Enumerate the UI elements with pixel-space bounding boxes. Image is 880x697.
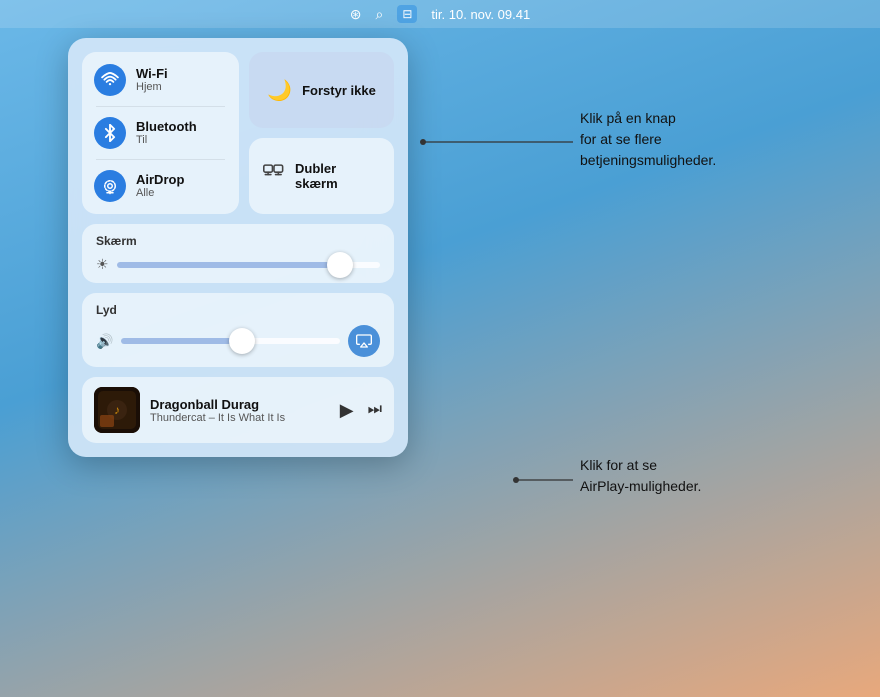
do-not-disturb-tile[interactable]: 🌙 Forstyr ikke bbox=[249, 52, 394, 128]
now-playing-subtitle: Thundercat – It Is What It Is bbox=[150, 412, 330, 424]
annotation-bottom-text: Klik for at se AirPlay-muligheder. bbox=[580, 457, 701, 494]
wifi-tile[interactable]: Wi-Fi Hjem bbox=[94, 62, 227, 98]
display-section: Skærm ☀ bbox=[82, 224, 394, 283]
annotation-bottom: Klik for at se AirPlay-muligheder. bbox=[580, 455, 701, 497]
control-center-menubar-icon[interactable]: ⊟ bbox=[397, 5, 417, 23]
play-button[interactable]: ▶ bbox=[340, 400, 354, 421]
sound-row: 🔊 bbox=[96, 325, 380, 357]
menubar-clock: tir. 10. nov. 09.41 bbox=[431, 7, 530, 22]
display-slider-row: ☀ bbox=[96, 256, 380, 273]
wifi-menubar-icon: ⊛ bbox=[350, 6, 362, 23]
airdrop-title: AirDrop bbox=[136, 172, 184, 188]
annotation-top: Klik på en knap for at se flere betjenin… bbox=[580, 108, 716, 171]
wifi-text: Wi-Fi Hjem bbox=[136, 66, 168, 95]
volume-track[interactable] bbox=[121, 338, 340, 344]
wifi-icon bbox=[94, 64, 126, 96]
airdrop-text: AirDrop Alle bbox=[136, 172, 184, 201]
now-playing-title: Dragonball Durag bbox=[150, 397, 330, 412]
wifi-subtitle: Hjem bbox=[136, 81, 168, 94]
divider-1 bbox=[96, 106, 225, 107]
annotation-top-text: Klik på en knap for at se flere betjenin… bbox=[580, 110, 716, 168]
playback-controls: ▶ ⏭ bbox=[340, 400, 382, 421]
do-not-disturb-icon: 🌙 bbox=[267, 78, 292, 103]
next-button[interactable]: ⏭ bbox=[368, 401, 382, 419]
airdrop-subtitle: Alle bbox=[136, 187, 184, 200]
divider-2 bbox=[96, 159, 225, 160]
control-center-panel: Wi-Fi Hjem Bluetooth Til bbox=[68, 38, 408, 457]
brightness-icon: ☀ bbox=[96, 256, 109, 273]
bluetooth-tile[interactable]: Bluetooth Til bbox=[94, 115, 227, 151]
volume-icon: 🔊 bbox=[96, 333, 113, 350]
airdrop-tile[interactable]: AirDrop Alle bbox=[94, 168, 227, 204]
now-playing-section: ♪ Dragonball Durag Thundercat – It Is Wh… bbox=[82, 377, 394, 443]
left-tiles: Wi-Fi Hjem Bluetooth Til bbox=[82, 52, 239, 214]
now-playing-info: Dragonball Durag Thundercat – It Is What… bbox=[150, 397, 330, 424]
svg-text:♪: ♪ bbox=[114, 403, 120, 417]
search-menubar-icon: ⌕ bbox=[376, 6, 384, 23]
right-tiles: 🌙 Forstyr ikke Dubler skærm bbox=[249, 52, 394, 214]
do-not-disturb-label: Forstyr ikke bbox=[302, 83, 376, 98]
menubar: ⊛ ⌕ ⊟ tir. 10. nov. 09.41 bbox=[0, 0, 880, 28]
bluetooth-subtitle: Til bbox=[136, 134, 197, 147]
wifi-title: Wi-Fi bbox=[136, 66, 168, 82]
bluetooth-icon bbox=[94, 117, 126, 149]
bluetooth-text: Bluetooth Til bbox=[136, 119, 197, 148]
airplay-button[interactable] bbox=[348, 325, 380, 357]
mirror-icon bbox=[263, 164, 285, 188]
sound-section: Lyd 🔊 bbox=[82, 293, 394, 367]
airdrop-icon bbox=[94, 170, 126, 202]
top-section: Wi-Fi Hjem Bluetooth Til bbox=[82, 52, 394, 214]
mirror-display-label: Dubler skærm bbox=[295, 161, 380, 191]
sound-track-wrap: 🔊 bbox=[96, 333, 340, 350]
mirror-display-tile[interactable]: Dubler skærm bbox=[249, 138, 394, 214]
album-art: ♪ bbox=[94, 387, 140, 433]
bluetooth-title: Bluetooth bbox=[136, 119, 197, 135]
brightness-track[interactable] bbox=[117, 262, 380, 268]
display-label: Skærm bbox=[96, 234, 380, 248]
menubar-center: ⊛ ⌕ ⊟ tir. 10. nov. 09.41 bbox=[350, 5, 530, 23]
sound-label: Lyd bbox=[96, 303, 380, 317]
